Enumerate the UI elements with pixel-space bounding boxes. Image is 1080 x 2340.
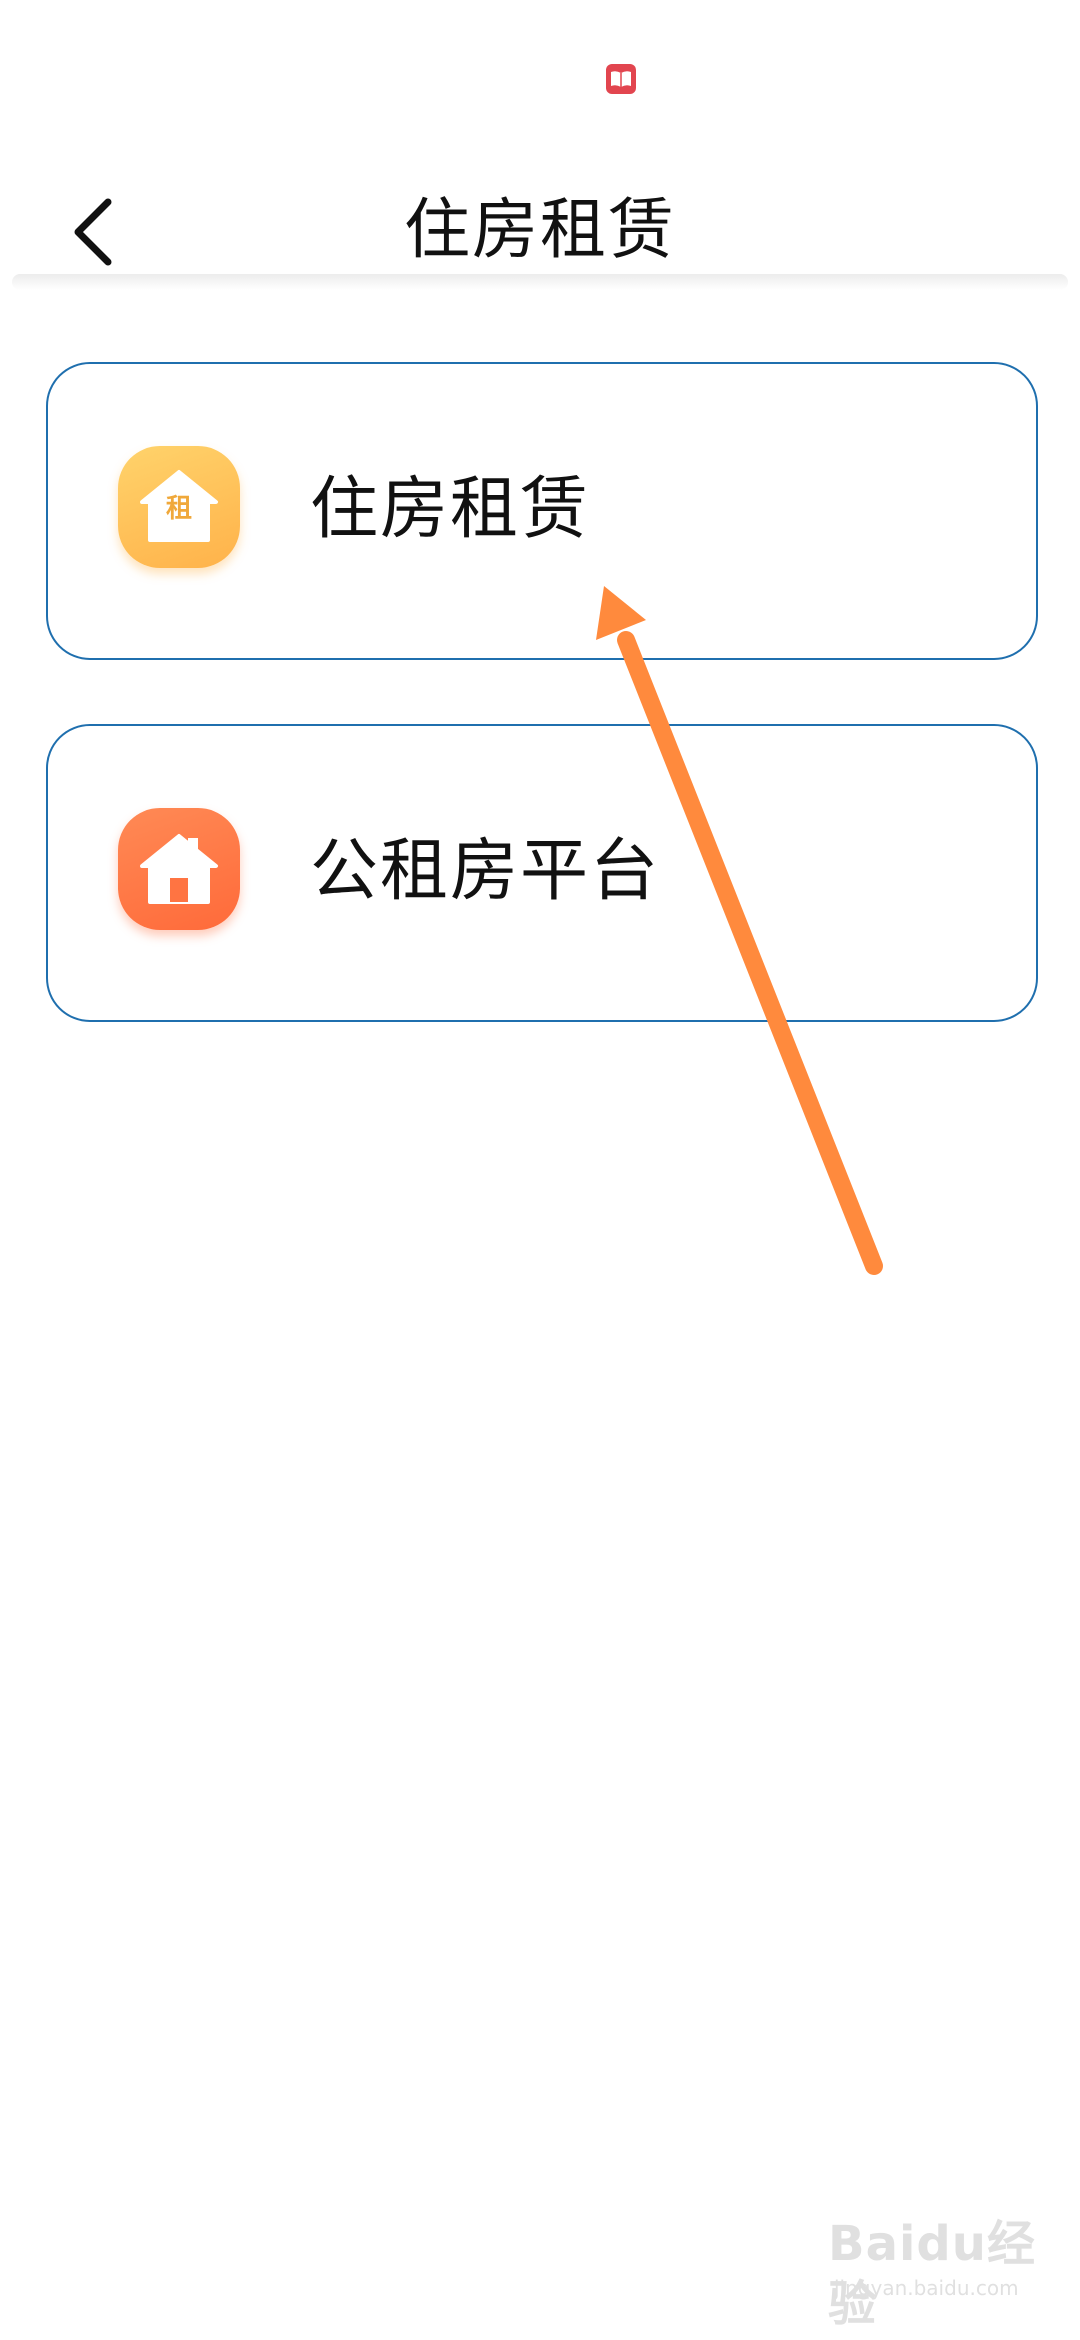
watermark-url: jingyan.baidu.com	[834, 2276, 1019, 2300]
menu-card-housing-rental[interactable]: 租 住房租赁	[46, 362, 1038, 660]
card-label: 公租房平台	[310, 832, 661, 911]
house-icon	[118, 808, 240, 930]
icon-badge: 租	[165, 494, 192, 524]
annotation-arrow	[596, 586, 883, 1275]
house-rent-icon: 租	[118, 446, 240, 568]
menu-card-public-rental-platform[interactable]: 公租房平台	[46, 724, 1038, 1022]
status-bar	[0, 0, 1080, 150]
baidu-watermark: Baidu经验 jingyan.baidu.com	[828, 2206, 1048, 2332]
card-label: 住房租赁	[310, 470, 591, 549]
page-title: 住房租赁	[404, 191, 676, 268]
book-icon	[606, 64, 636, 94]
watermark-text: Baidu经验	[828, 2216, 1036, 2332]
